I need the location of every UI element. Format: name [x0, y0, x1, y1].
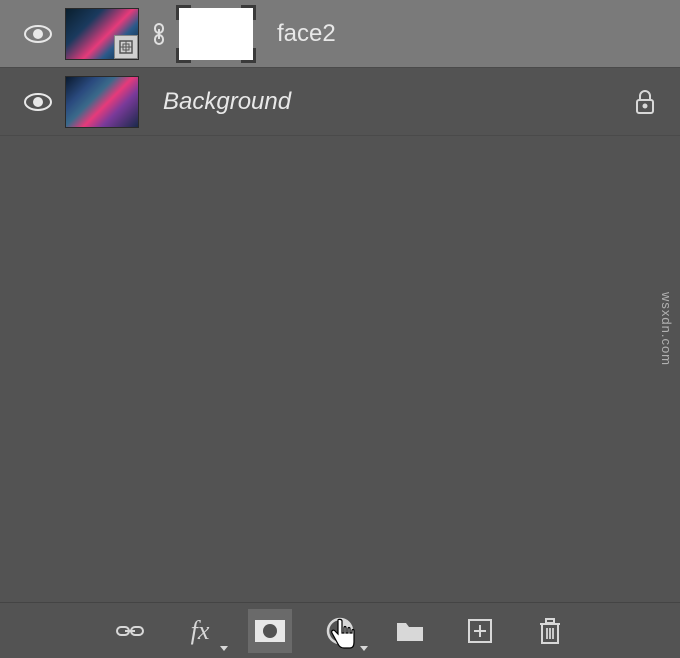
link-layers-button[interactable] — [108, 609, 152, 653]
folder-icon — [395, 619, 425, 643]
chevron-down-icon — [360, 646, 368, 651]
new-layer-icon — [467, 618, 493, 644]
layer-thumbnail[interactable] — [65, 8, 139, 60]
layers-toolbar: fx — [0, 602, 680, 658]
layer-name-label[interactable]: face2 — [277, 20, 336, 48]
watermark-text: wsxdn.com — [659, 292, 674, 366]
new-group-button[interactable] — [388, 609, 432, 653]
chevron-down-icon — [220, 646, 228, 651]
layer-content: Background — [65, 76, 620, 128]
adjustment-layer-button[interactable] — [318, 609, 362, 653]
layer-mask-thumbnail[interactable] — [179, 8, 253, 60]
lock-indicator[interactable] — [620, 89, 670, 115]
eye-icon — [23, 92, 53, 112]
layer-thumbnail[interactable] — [65, 76, 139, 128]
layer-row-background[interactable]: Background — [0, 68, 680, 136]
layer-row-face2[interactable]: face2 — [0, 0, 680, 68]
mask-icon — [254, 619, 286, 643]
smart-object-badge — [114, 35, 138, 59]
layers-panel: face2 Background — [0, 0, 680, 658]
visibility-toggle[interactable] — [10, 24, 65, 44]
new-layer-button[interactable] — [458, 609, 502, 653]
layers-empty-area[interactable] — [0, 136, 680, 602]
eye-icon — [23, 24, 53, 44]
layer-mask-link-icon[interactable] — [149, 22, 169, 46]
link-icon — [115, 622, 145, 640]
delete-layer-button[interactable] — [528, 609, 572, 653]
visibility-toggle[interactable] — [10, 92, 65, 112]
add-layer-mask-button[interactable] — [248, 609, 292, 653]
trash-icon — [538, 617, 562, 645]
fx-icon: fx — [191, 616, 210, 646]
lock-icon — [634, 89, 656, 115]
layer-content: face2 — [65, 8, 670, 60]
layer-name-label[interactable]: Background — [163, 88, 291, 116]
adjustment-icon — [326, 617, 354, 645]
layer-effects-button[interactable]: fx — [178, 609, 222, 653]
